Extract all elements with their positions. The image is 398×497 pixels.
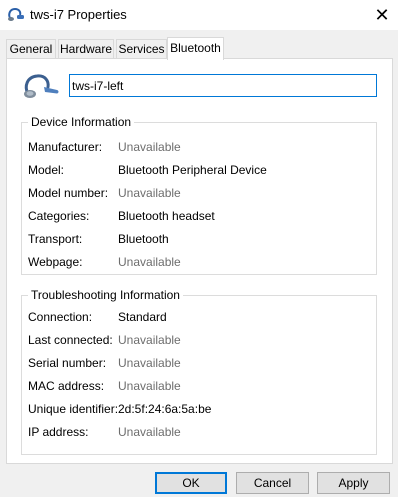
tab-general[interactable]: General bbox=[6, 39, 56, 59]
tab-services[interactable]: Services bbox=[116, 39, 167, 59]
serial-number-value: Unavailable bbox=[118, 356, 181, 370]
webpage-value: Unavailable bbox=[118, 255, 181, 269]
model-number-value: Unavailable bbox=[118, 186, 181, 200]
device-information-group: Device Information Manufacturer: Unavail… bbox=[21, 115, 377, 275]
cancel-button[interactable]: Cancel bbox=[236, 472, 309, 494]
categories-value: Bluetooth headset bbox=[118, 209, 215, 223]
device-name-input[interactable] bbox=[69, 74, 377, 97]
ip-address-value: Unavailable bbox=[118, 425, 181, 439]
manufacturer-label: Manufacturer: bbox=[28, 140, 103, 154]
categories-label: Categories: bbox=[28, 209, 90, 223]
mac-address-value: Unavailable bbox=[118, 379, 181, 393]
model-value: Bluetooth Peripheral Device bbox=[118, 163, 267, 177]
transport-label: Transport: bbox=[28, 232, 83, 246]
tab-hardware[interactable]: Hardware bbox=[58, 39, 114, 59]
transport-value: Bluetooth bbox=[118, 232, 169, 246]
close-icon: ✕ bbox=[374, 4, 390, 25]
troubleshooting-information-title: Troubleshooting Information bbox=[28, 288, 183, 302]
troubleshooting-information-group: Troubleshooting Information Connection: … bbox=[21, 288, 377, 455]
mac-address-label: MAC address: bbox=[28, 379, 105, 393]
connection-value: Standard bbox=[118, 310, 167, 324]
bluetooth-headset-icon bbox=[24, 74, 59, 98]
connection-label: Connection: bbox=[28, 310, 93, 324]
model-label: Model: bbox=[28, 163, 65, 177]
last-connected-label: Last connected: bbox=[28, 333, 113, 347]
ok-button[interactable]: OK bbox=[155, 472, 227, 494]
serial-number-label: Serial number: bbox=[28, 356, 107, 370]
last-connected-value: Unavailable bbox=[118, 333, 181, 347]
close-button[interactable]: ✕ bbox=[366, 0, 398, 30]
apply-button[interactable]: Apply bbox=[317, 472, 390, 494]
device-information-title: Device Information bbox=[28, 115, 135, 129]
webpage-label: Webpage: bbox=[28, 255, 83, 269]
title-bar: tws-i7 Properties ✕ bbox=[0, 0, 398, 30]
unique-identifier-value: 2d:5f:24:6a:5a:be bbox=[118, 402, 212, 416]
bluetooth-headset-icon bbox=[8, 7, 24, 21]
unique-identifier-label: Unique identifier: bbox=[28, 402, 119, 416]
tab-bluetooth[interactable]: Bluetooth bbox=[167, 37, 224, 60]
window-title: tws-i7 Properties bbox=[30, 7, 127, 22]
manufacturer-value: Unavailable bbox=[118, 140, 181, 154]
bluetooth-tab-panel: Device Information Manufacturer: Unavail… bbox=[6, 58, 393, 464]
model-number-label: Model number: bbox=[28, 186, 109, 200]
ip-address-label: IP address: bbox=[28, 425, 89, 439]
